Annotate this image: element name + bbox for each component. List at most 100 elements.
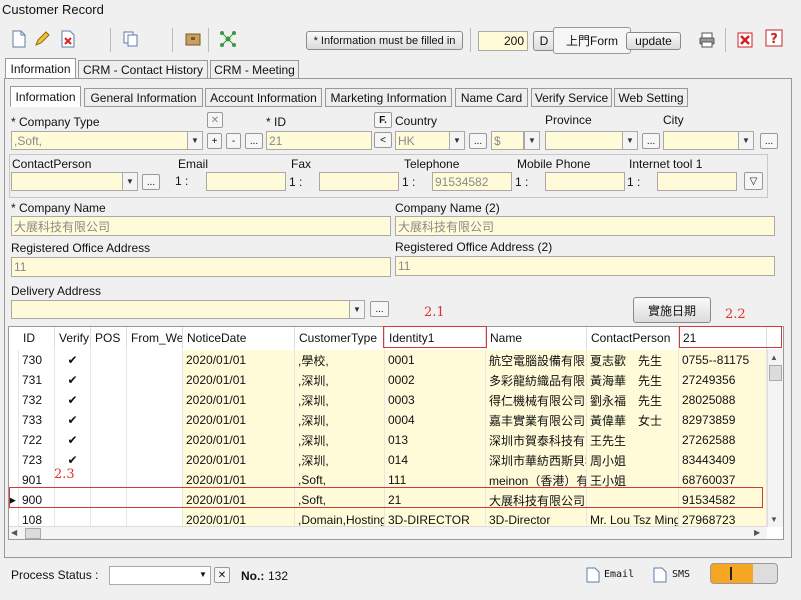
subtab-verify-service[interactable]: Verify Service [531,88,612,107]
id-field[interactable]: 21 [266,131,372,150]
cell-date[interactable]: 2020/01/01 [183,430,295,450]
reg-office2-field[interactable]: 11 [395,256,775,276]
edit-pencil-icon[interactable] [31,28,53,50]
country-more-button[interactable]: ... [469,133,487,149]
currency-field[interactable]: $ [491,131,524,150]
country-field[interactable]: HK [395,131,450,150]
table-row[interactable]: 730✔ 2020/01/01,學校,0001航空電腦設備有限公司夏志歡 先生07… [9,350,783,370]
f-button[interactable]: F. [374,112,392,128]
tab-information[interactable]: Information [5,58,76,79]
city-field[interactable] [663,131,739,150]
delivery-address-field[interactable] [11,300,350,319]
cell-type[interactable]: ,深圳, [295,390,385,410]
cell-id[interactable]: 731 [19,370,55,390]
cell-type[interactable]: ,學校, [295,350,385,370]
column-header[interactable]: From_Web [127,327,183,349]
cell-verify[interactable]: ✔ [55,370,91,390]
cell-empty[interactable] [127,390,183,410]
city-dropdown[interactable]: ▼ [738,131,754,150]
company-name-field[interactable]: 大展科技有限公司 [11,216,391,236]
delivery-dropdown[interactable]: ▼ [349,300,365,319]
cell-empty[interactable] [127,410,183,430]
table-row[interactable]: 733 ✔ 2020/01/01 ,深圳, 0004 嘉丰實業有限公司 黃偉華 女士 8297… [9,410,783,430]
cell-identity[interactable]: 0003 [385,390,486,410]
cell-name[interactable]: 得仁機械有限公司 [486,390,587,410]
clear-icon[interactable]: ✕ [207,112,223,128]
cell-type[interactable]: ,深圳, [295,450,385,470]
vertical-scrollbar[interactable]: ▲ ▼ [767,349,783,527]
printer-icon[interactable] [696,29,718,51]
country-dropdown[interactable]: ▼ [449,131,465,150]
cell-date[interactable]: 2020/01/01 [183,370,295,390]
door-form-button[interactable]: 上門Form [553,27,631,54]
email-link[interactable]: Email [604,569,634,580]
table-row[interactable]: 723✔2020/01/01,深圳,014深圳市華紡西斯貝科技周小姐834434… [9,450,783,470]
add-button[interactable]: + [207,133,222,149]
column-header[interactable]: ID [19,327,55,349]
d-button[interactable]: D [533,31,555,51]
back-button[interactable]: < [374,132,392,148]
company-type-field[interactable]: ,Soft, [11,131,188,150]
reg-office-field[interactable]: 11 [11,257,391,277]
contact-person-dropdown[interactable]: ▼ [122,172,138,191]
table-row[interactable]: 732 ✔ 2020/01/01 ,深圳, 0003 得仁機械有限公司 劉永福 先生 2802… [9,390,783,410]
remove-button[interactable]: - [226,133,241,149]
process-status-field[interactable] [109,566,211,585]
cell-empty[interactable] [127,430,183,450]
cell-empty[interactable] [127,450,183,470]
cell-type[interactable]: ,深圳, [295,410,385,430]
column-header[interactable]: POS [91,327,127,349]
page-size-field[interactable]: 200 [478,31,528,51]
email-field[interactable] [206,172,286,191]
cell-contact[interactable]: 王先生 [587,430,679,450]
contact-more-button[interactable]: ... [142,174,160,190]
cell-contact[interactable]: 周小姐 [587,450,679,470]
required-note-button[interactable]: * Information must be filled in [306,31,463,50]
cell-type[interactable]: ,深圳, [295,370,385,390]
cell-date[interactable]: 2020/01/01 [183,390,295,410]
internet-tool-field[interactable] [657,172,737,191]
column-header[interactable]: Verify [55,327,91,349]
cell-id[interactable]: 733 [19,410,55,430]
subtab-information[interactable]: Information [10,86,81,107]
process-clear-icon[interactable]: ✕ [214,567,230,583]
cell-identity[interactable]: 014 [385,450,486,470]
province-dropdown[interactable]: ▼ [622,131,638,150]
cell-phone[interactable]: 82973859 [679,410,767,430]
cell-date[interactable]: 2020/01/01 [183,450,295,470]
close-icon[interactable] [734,29,756,51]
process-status-dropdown[interactable]: ▼ [199,570,207,579]
mobile-field[interactable] [545,172,625,191]
cell-identity[interactable]: 0002 [385,370,486,390]
cell-id[interactable]: 730 [19,350,55,370]
cell-name[interactable]: 深圳市賀泰科技有限公司 [486,430,587,450]
cell-contact[interactable]: 劉永福 先生 [587,390,679,410]
province-field[interactable] [545,131,623,150]
cell-phone[interactable]: 27262588 [679,430,767,450]
province-more-button[interactable]: ... [642,133,660,149]
table-row[interactable]: 731✔ 2020/01/01,深圳,0002多彩龍紡織品有限公司黃海華 先生27… [9,370,783,390]
cell-empty[interactable] [127,350,183,370]
cell-empty[interactable] [91,430,127,450]
cell-phone[interactable]: 83443409 [679,450,767,470]
update-button[interactable]: update [626,32,681,50]
copy-icon[interactable] [120,28,142,50]
cell-contact[interactable]: 夏志歡 先生 [587,350,679,370]
cell-phone[interactable]: 27249356 [679,370,767,390]
table-row[interactable]: 722✔ 2020/01/01,深圳,013深圳市賀泰科技有限公司王先生27262… [9,430,783,450]
horizontal-scrollbar[interactable]: ◀ ▶ [9,526,767,539]
cell-empty[interactable] [91,410,127,430]
cell-name[interactable]: 多彩龍紡織品有限公司 [486,370,587,390]
new-document-icon[interactable] [8,28,30,50]
subtab-account-information[interactable]: Account Information [205,88,322,107]
network-icon[interactable] [217,28,239,50]
cell-id[interactable]: 732 [19,390,55,410]
cell-empty[interactable] [91,390,127,410]
cell-id[interactable]: 722 [19,430,55,450]
cell-empty[interactable] [91,350,127,370]
tab-crm-meeting[interactable]: CRM - Meeting [210,60,299,79]
cell-contact[interactable]: 黃偉華 女士 [587,410,679,430]
cell-verify[interactable]: ✔ [55,410,91,430]
cell-empty[interactable] [127,370,183,390]
telephone-field[interactable]: 91534582 [432,172,512,191]
